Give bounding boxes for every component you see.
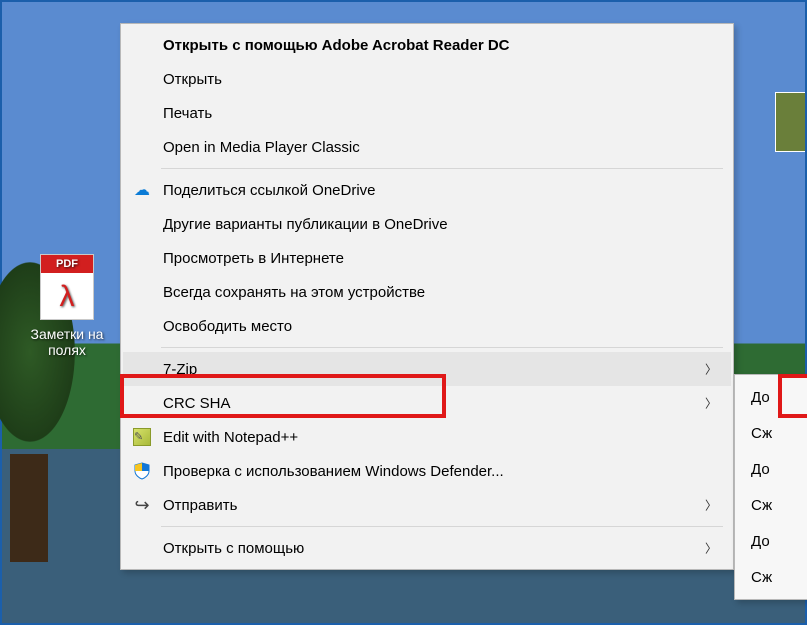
menu-other-onedrive[interactable]: Другие варианты публикации в OneDrive	[123, 207, 731, 241]
pdf-badge-bar: PDF	[41, 255, 93, 273]
menu-separator	[161, 526, 723, 527]
pdf-file-icon[interactable]: PDF λ Заметки на полях	[22, 254, 112, 358]
menu-open-with[interactable]: Открыть с помощью 〉	[123, 531, 731, 565]
menu-open-with-acrobat[interactable]: Открыть с помощью Adobe Acrobat Reader D…	[123, 28, 731, 62]
submenu-item[interactable]: До	[737, 523, 807, 559]
submenu-item[interactable]: До	[737, 379, 807, 415]
menu-keep-device[interactable]: Всегда сохранять на этом устройстве	[123, 275, 731, 309]
menu-share-onedrive[interactable]: ☁ Поделиться ссылкой OneDrive	[123, 173, 731, 207]
chevron-right-icon: 〉	[705, 395, 717, 412]
share-icon: ↪	[132, 495, 152, 515]
menu-view-internet[interactable]: Просмотреть в Интернете	[123, 241, 731, 275]
desktop-icon-right[interactable]	[775, 92, 805, 152]
menu-open[interactable]: Открыть	[123, 62, 731, 96]
chevron-right-icon: 〉	[705, 497, 717, 514]
desktop-tree-decoration	[10, 382, 48, 562]
submenu-item[interactable]: Сж	[737, 559, 807, 595]
menu-free-space[interactable]: Освободить место	[123, 309, 731, 343]
menu-send[interactable]: ↪ Отправить 〉	[123, 488, 731, 522]
submenu-item[interactable]: До	[737, 451, 807, 487]
pdf-badge: PDF λ	[40, 254, 94, 320]
menu-7zip[interactable]: 7-Zip 〉	[123, 352, 731, 386]
context-menu: Открыть с помощью Adobe Acrobat Reader D…	[120, 23, 734, 570]
submenu-item[interactable]: Сж	[737, 487, 807, 523]
sevenzip-submenu: До Сж До Сж До Сж	[734, 374, 807, 600]
menu-edit-notepadpp[interactable]: Edit with Notepad++	[123, 420, 731, 454]
menu-separator	[161, 347, 723, 348]
menu-print[interactable]: Печать	[123, 96, 731, 130]
menu-open-media-player[interactable]: Open in Media Player Classic	[123, 130, 731, 164]
notepad-icon	[132, 427, 152, 447]
menu-crc-sha[interactable]: CRC SHA 〉	[123, 386, 731, 420]
menu-separator	[161, 168, 723, 169]
adobe-swirl-icon: λ	[41, 277, 93, 319]
submenu-item[interactable]: Сж	[737, 415, 807, 451]
cloud-icon: ☁	[132, 180, 152, 200]
chevron-right-icon: 〉	[705, 540, 717, 557]
pdf-file-label: Заметки на полях	[22, 326, 112, 358]
menu-defender[interactable]: Проверка с использованием Windows Defend…	[123, 454, 731, 488]
shield-icon	[132, 461, 152, 481]
chevron-right-icon: 〉	[705, 361, 717, 378]
